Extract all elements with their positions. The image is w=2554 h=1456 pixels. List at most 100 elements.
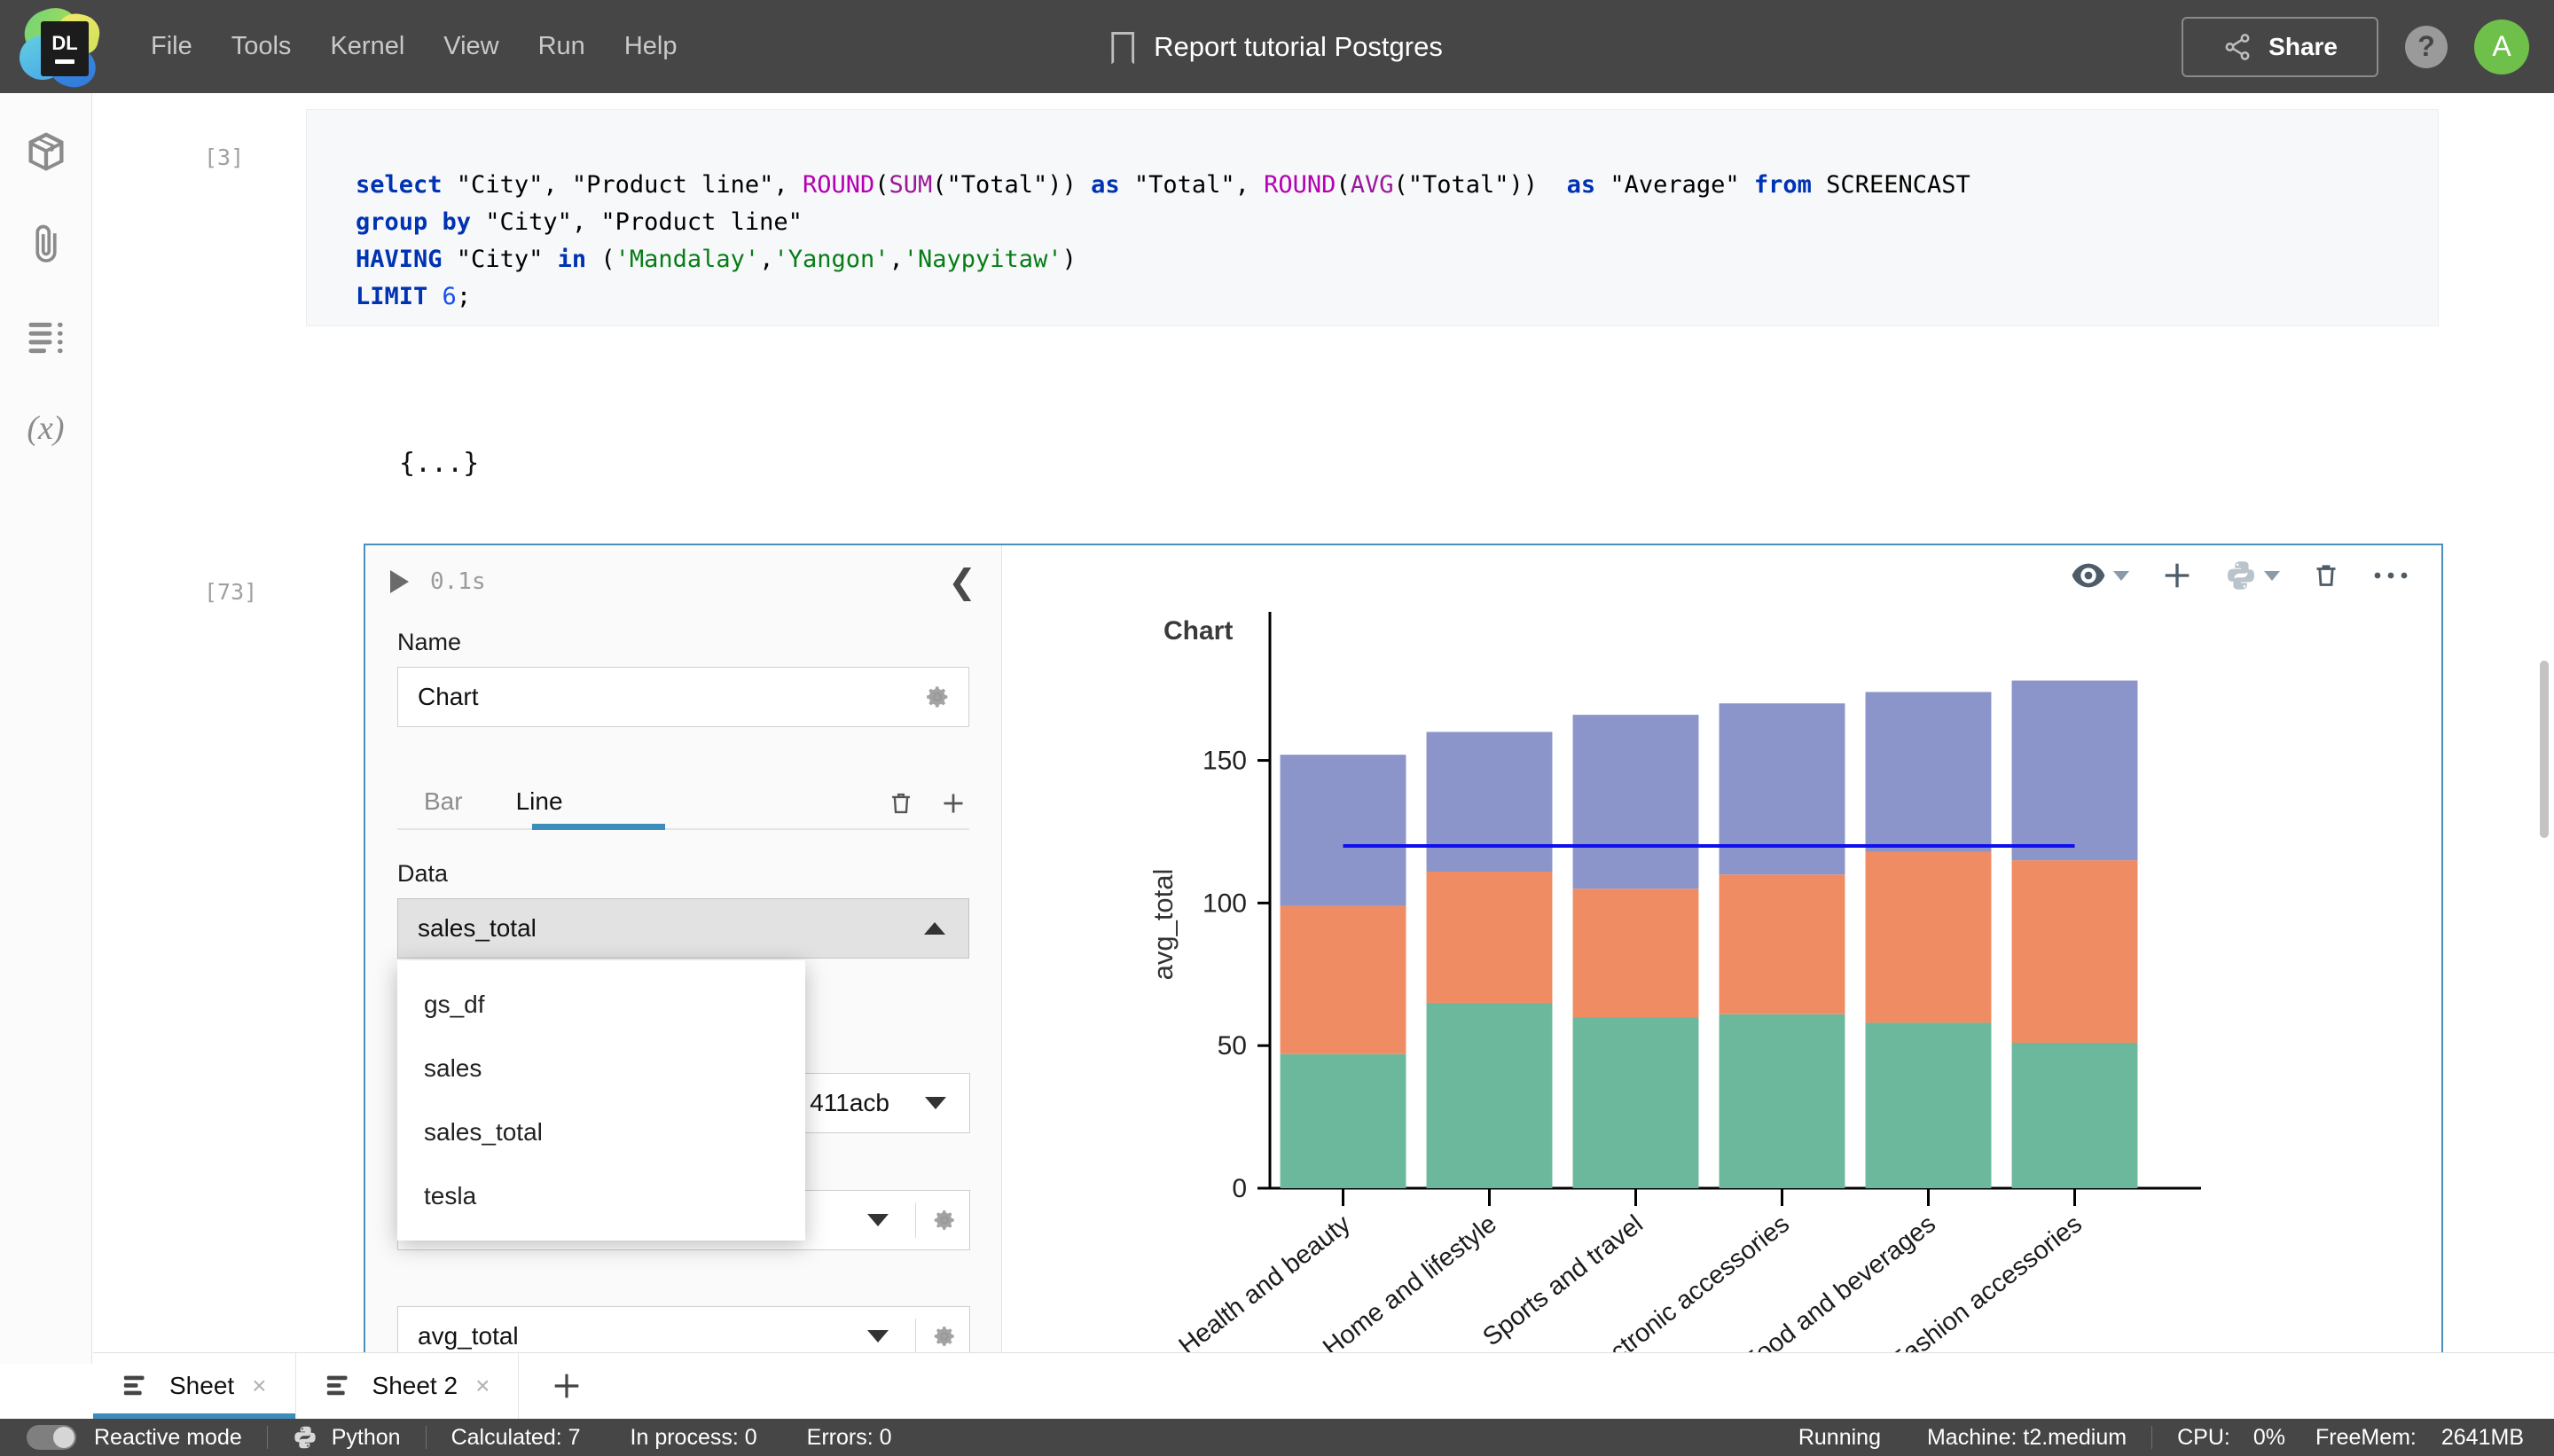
tab-bar[interactable]: Bar [397, 780, 490, 830]
top-bar: DL File Tools Kernel View Run Help Repor… [0, 0, 2554, 93]
python-icon [294, 1426, 316, 1449]
sheet-icon [326, 1375, 348, 1396]
outline-icon[interactable] [21, 311, 71, 361]
avg-total-select-value: avg_total [418, 1322, 519, 1350]
gear-icon[interactable] [930, 1206, 959, 1234]
help-icon-glyph: ? [2417, 30, 2435, 62]
sql-cell-output-collapsed[interactable]: {...} [399, 448, 479, 479]
app-logo[interactable]: DL [18, 1, 104, 90]
reactive-mode-toggle[interactable] [27, 1425, 76, 1450]
status-bar: Reactive mode Python Calculated: 7 In pr… [0, 1419, 2554, 1456]
sheet-tab-bar: Sheet × Sheet 2 × [93, 1352, 2554, 1419]
sql-editor[interactable]: select "City", "Product line", ROUND(SUM… [306, 109, 2439, 326]
freemem-value: 2641MB [2440, 1424, 2524, 1450]
chevron-down-icon [867, 1214, 889, 1226]
sql-line-1: select "City", "Product line", ROUND(SUM… [356, 171, 1970, 199]
share-button-label: Share [2268, 32, 2338, 60]
document-title-area[interactable]: Report tutorial Postgres [1111, 31, 1443, 63]
sql-line-4: LIMIT 6; [356, 283, 472, 310]
tabs-underline [397, 828, 969, 830]
chart-cell: 0.1s ❮ Name Chart Bar Line Data sales_to… [364, 544, 2443, 1364]
chart-name-input[interactable]: Chart [397, 667, 969, 727]
variables-icon-glyph: (x) [27, 410, 65, 447]
chevron-left-icon[interactable]: ❮ [948, 565, 976, 599]
data-select[interactable]: sales_total [397, 898, 969, 959]
logo-text: DL [51, 31, 78, 54]
share-icon [2225, 33, 2250, 60]
menu-item-kernel[interactable]: Kernel [310, 23, 424, 70]
gear-icon[interactable] [930, 1322, 959, 1350]
dropdown-option-gs_df[interactable]: gs_df [397, 973, 805, 1037]
menu-item-view[interactable]: View [424, 23, 518, 70]
menu-item-file[interactable]: File [131, 23, 212, 70]
page-title: Report tutorial Postgres [1154, 30, 1443, 62]
plus-icon[interactable] [937, 787, 969, 819]
menu-item-tools[interactable]: Tools [212, 23, 311, 70]
status-left: Reactive mode Python Calculated: 7 In pr… [27, 1425, 892, 1451]
gear-icon[interactable] [922, 682, 952, 712]
sql-line-3: HAVING "City" in ('Mandalay','Yangon','N… [356, 246, 1077, 273]
kernel-label: Python [331, 1424, 401, 1450]
top-bar-actions: Share ? A [2182, 16, 2529, 77]
logo-dash [55, 59, 74, 64]
svg-text:100: 100 [1203, 888, 1247, 918]
variables-icon[interactable]: (x) [21, 403, 71, 453]
plus-icon [555, 1374, 579, 1398]
chevron-down-icon [925, 1097, 946, 1109]
data-select-dropdown[interactable]: gs_df sales sales_total tesla [397, 960, 805, 1241]
sql-cell-exec-count: [3] [204, 145, 245, 170]
attachment-icon[interactable] [21, 219, 71, 269]
chart-config-panel: 0.1s ❮ Name Chart Bar Line Data sales_to… [365, 545, 1002, 1364]
run-cell-button[interactable] [390, 570, 409, 593]
share-button[interactable]: Share [2182, 16, 2378, 77]
dropdown-option-sales_total[interactable]: sales_total [397, 1100, 805, 1164]
status-right: Running Machine: t2.medium CPU: 0% FreeM… [1798, 1425, 2524, 1451]
main-menu: File Tools Kernel View Run Help [131, 23, 696, 70]
svg-text:50: 50 [1218, 1031, 1247, 1061]
help-icon[interactable]: ? [2405, 25, 2448, 68]
cpu-value: 0% [2252, 1424, 2285, 1450]
chevron-down-icon [867, 1330, 889, 1342]
vertical-scrollbar[interactable] [2540, 661, 2549, 838]
freemem-label: FreeMem: [2315, 1424, 2417, 1450]
avatar-initial: A [2492, 30, 2511, 62]
divider [425, 1426, 427, 1449]
svg-text:avg_total: avg_total [1148, 869, 1179, 981]
svg-text:0: 0 [1232, 1174, 1247, 1203]
in-process-count: In process: 0 [630, 1424, 757, 1450]
sheet-tab-sheet[interactable]: Sheet × [93, 1353, 296, 1419]
sheet-tab-sheet-2[interactable]: Sheet 2 × [296, 1353, 520, 1419]
name-field-label: Name [397, 629, 462, 655]
logo-card: DL [41, 20, 89, 76]
svg-text:150: 150 [1203, 747, 1247, 776]
chevron-up-icon [924, 922, 945, 935]
chart-output: Chart 0 50 100 150 avg_total Health and beaut… [1004, 545, 2441, 1364]
cpu-label: CPU: [2177, 1424, 2230, 1450]
sql-line-2: group by "City", "Product line" [356, 208, 803, 236]
menu-item-run[interactable]: Run [519, 23, 605, 70]
chart-name-value: Chart [418, 683, 479, 710]
bookmark-icon[interactable] [1111, 32, 1134, 62]
close-icon[interactable]: × [475, 1372, 490, 1400]
dropdown-option-sales[interactable]: sales [397, 1037, 805, 1100]
dropdown-option-tesla[interactable]: tesla [397, 1164, 805, 1228]
package-icon[interactable] [21, 127, 71, 176]
add-sheet-button[interactable] [519, 1353, 615, 1419]
trash-icon[interactable] [886, 788, 916, 818]
sheet-tab-label: Sheet 2 [372, 1372, 458, 1399]
divider [915, 1319, 916, 1354]
cell-run-time: 0.1s [430, 568, 486, 595]
sheet-icon [123, 1375, 145, 1396]
chart-tabs-actions [886, 787, 969, 830]
data-select-value: sales_total [418, 914, 537, 942]
calculated-count: Calculated: 7 [450, 1424, 581, 1450]
data-field-label: Data [397, 860, 449, 887]
reactive-mode-label: Reactive mode [94, 1424, 242, 1450]
close-icon[interactable]: × [252, 1372, 266, 1400]
machine-label: Machine: t2.medium [1926, 1424, 2127, 1450]
divider [915, 1202, 916, 1238]
menu-item-help[interactable]: Help [605, 23, 697, 70]
tab-line[interactable]: Line [490, 780, 590, 830]
avatar[interactable]: A [2474, 19, 2529, 74]
left-rail: (x) [0, 93, 92, 1364]
